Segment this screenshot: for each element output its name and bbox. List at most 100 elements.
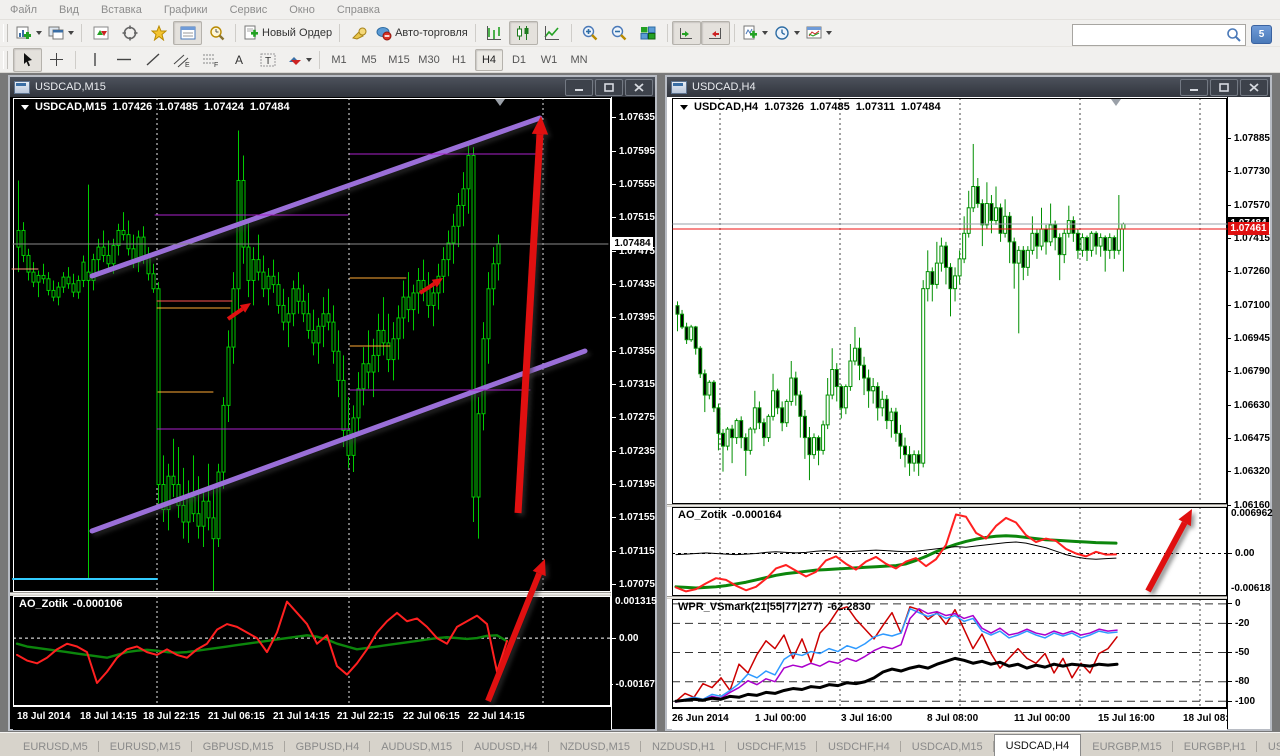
menu-item-Окно[interactable]: Окно — [289, 4, 315, 16]
search-icon[interactable] — [1226, 27, 1242, 43]
menu-item-Вставка[interactable]: Вставка — [101, 4, 142, 16]
window-titlebar[interactable]: USDCAD,H4 — [667, 77, 1270, 97]
symbol-dropdown-icon[interactable] — [680, 104, 688, 110]
window-title: USDCAD,H4 — [692, 81, 756, 93]
zoom-out-button[interactable] — [605, 21, 634, 45]
timeframe-button-M15[interactable]: M15 — [385, 49, 413, 71]
timeframe-button-D1[interactable]: D1 — [505, 49, 533, 71]
minimize-button[interactable] — [1180, 78, 1208, 96]
timeframe-button-M1[interactable]: M1 — [325, 49, 353, 71]
ao-indicator-pane-h4[interactable]: AO_Zotik -0.000164 — [672, 507, 1227, 596]
toolbar-grip[interactable] — [3, 50, 8, 69]
close-button[interactable] — [625, 78, 653, 96]
chart-tab-GBPUSD,H4[interactable]: GBPUSD,H4 — [285, 737, 371, 756]
chart-tab-EURGBP,M15[interactable]: EURGBP,M15 — [1081, 737, 1173, 756]
templates-button[interactable] — [803, 21, 835, 45]
timeframe-button-H4[interactable]: H4 — [475, 48, 503, 71]
chart-tab-EURUSD,M15[interactable]: EURUSD,M15 — [99, 737, 192, 756]
new-order-button[interactable]: Новый Ордер — [240, 21, 335, 45]
price-axis-m15[interactable]: 1.07635 1.07595 1.07555 1.07515 1.07475 1.074… — [611, 97, 657, 729]
chart-tab-AUDUSD,H4[interactable]: AUDUSD,H4 — [463, 737, 549, 756]
close-button[interactable] — [1240, 78, 1268, 96]
new-chart-icon — [16, 26, 31, 39]
chart-tab-EURUSD,M5[interactable]: EURUSD,M5 — [12, 737, 99, 756]
new-order-label: Новый Ордер — [262, 27, 333, 39]
auto-scroll-button[interactable] — [671, 21, 701, 45]
menu-item-Справка[interactable]: Справка — [337, 4, 380, 16]
horizontal-line-button[interactable] — [109, 48, 138, 72]
cursor-button[interactable] — [13, 47, 42, 72]
indicators-button[interactable] — [739, 21, 771, 45]
sound-button[interactable] — [344, 21, 373, 45]
search-input[interactable] — [1073, 27, 1226, 43]
timeframe-button-W1[interactable]: W1 — [535, 49, 563, 71]
timeframe-button-MN[interactable]: MN — [565, 49, 593, 71]
main-chart-pane-h4[interactable]: USDCAD,H4 1.07326 1.07485 1.07311 1.07484 — [672, 98, 1227, 504]
crosshair-button[interactable] — [42, 48, 71, 72]
timeframe-button-M30[interactable]: M30 — [415, 49, 443, 71]
chart-tab-EURGBP,H1[interactable]: EURGBP,H1 — [1173, 737, 1258, 756]
menu-item-Вид[interactable]: Вид — [59, 4, 79, 16]
vertical-line-button[interactable] — [80, 48, 109, 72]
timeframe-button-H1[interactable]: H1 — [445, 49, 473, 71]
price-axis-h4[interactable]: 1.07885 1.07730 1.07570 1.07415 1.07260 1.071… — [1227, 97, 1273, 729]
chart-shift-button[interactable] — [700, 21, 730, 45]
chart-tab-USDJPY,M15[interactable]: USDJPY,M15 — [1257, 737, 1280, 756]
menu-item-Сервис[interactable]: Сервис — [230, 4, 268, 16]
bar-chart-button[interactable] — [480, 21, 509, 45]
fibonacci-button[interactable]: F — [196, 48, 225, 72]
window-titlebar[interactable]: USDCAD,M15 — [10, 77, 655, 97]
wpr-indicator-pane-h4[interactable]: WPR_VSmark(21|55|77|277) -62.2830 — [672, 599, 1227, 708]
chart-window-usdcad-h4[interactable]: USDCAD,H4 USDCAD,H4 1.07326 1.07485 1.07311… — [665, 75, 1273, 731]
zoom-in-button[interactable] — [576, 21, 605, 45]
profiles-button[interactable] — [45, 21, 77, 45]
timeframe-button-M5[interactable]: M5 — [355, 49, 383, 71]
maximize-button[interactable] — [1210, 78, 1238, 96]
chart-tab-USDCHF,M15[interactable]: USDCHF,M15 — [726, 737, 818, 756]
text-button[interactable]: A — [225, 48, 254, 72]
text-label-button[interactable]: T — [254, 48, 283, 72]
chart-window-usdcad-m15[interactable]: USDCAD,M15 USDCAD,M15 1.07426 1.07485 1.074… — [8, 75, 657, 731]
tile-windows-button[interactable] — [634, 21, 663, 45]
menu-item-Графики[interactable]: Графики — [164, 4, 208, 16]
periods-button[interactable] — [771, 21, 803, 45]
candlestick-chart-button[interactable] — [508, 21, 538, 45]
line-chart-button[interactable] — [538, 21, 567, 45]
ao-indicator-pane-m15[interactable]: AO_Zotik -0.000106 — [13, 596, 611, 706]
time-axis-h4[interactable]: 26 Jun 2014 1 Jul 00:00 3 Jul 16:00 8 Jul 0… — [672, 708, 1240, 730]
strategy-tester-button[interactable] — [202, 21, 231, 45]
market-watch-button[interactable] — [86, 21, 115, 45]
price-tick: 0.006962 — [1231, 508, 1273, 520]
time-tick: 22 Jul 14:15 — [468, 711, 525, 722]
notifications-badge[interactable]: 5 — [1251, 25, 1272, 44]
maximize-button[interactable] — [595, 78, 623, 96]
toolbar-grip[interactable] — [3, 24, 8, 42]
chart-tab-GBPUSD,M15[interactable]: GBPUSD,M15 — [192, 737, 285, 756]
equidistant-channel-button[interactable]: E — [167, 48, 196, 72]
navigator-button[interactable] — [144, 21, 173, 45]
auto-trading-button[interactable]: Авто-торговля — [373, 21, 471, 45]
indicator-label: AO_Zotik -0.000164 — [678, 509, 782, 521]
chart-tab-USDCHF,H4[interactable]: USDCHF,H4 — [817, 737, 901, 756]
chart-tab-AUDUSD,M15[interactable]: AUDUSD,M15 — [370, 737, 464, 756]
terminal-button[interactable] — [173, 21, 202, 45]
time-axis-m15[interactable]: 18 Jul 2014 18 Jul 14:15 18 Jul 22:15 21 Ju… — [13, 706, 611, 730]
time-tick: 18 Jul 14:15 — [80, 711, 137, 722]
main-chart-pane-m15[interactable]: USDCAD,M15 1.07426 1.07485 1.07424 1.07484 — [13, 98, 611, 592]
symbol-dropdown-icon[interactable] — [21, 104, 29, 110]
menu-item-Файл[interactable]: Файл — [10, 4, 37, 16]
time-tick: 21 Jul 22:15 — [337, 711, 394, 722]
chart-tab-USDCAD,H4[interactable]: USDCAD,H4 — [993, 734, 1082, 756]
price-tick: 1.07435 — [612, 279, 655, 291]
window-title: USDCAD,M15 — [35, 81, 106, 93]
trendline-button[interactable] — [138, 48, 167, 72]
chart-tab-USDCAD,M15[interactable]: USDCAD,M15 — [901, 737, 994, 756]
new-chart-button[interactable] — [13, 21, 45, 45]
arrows-button[interactable] — [283, 48, 315, 72]
chart-tab-NZDUSD,M15[interactable]: NZDUSD,M15 — [549, 737, 642, 756]
templates-icon — [806, 26, 822, 39]
data-window-button[interactable] — [115, 21, 144, 45]
clock-icon — [775, 26, 789, 40]
minimize-button[interactable] — [565, 78, 593, 96]
chart-tab-NZDUSD,H1[interactable]: NZDUSD,H1 — [641, 737, 726, 756]
